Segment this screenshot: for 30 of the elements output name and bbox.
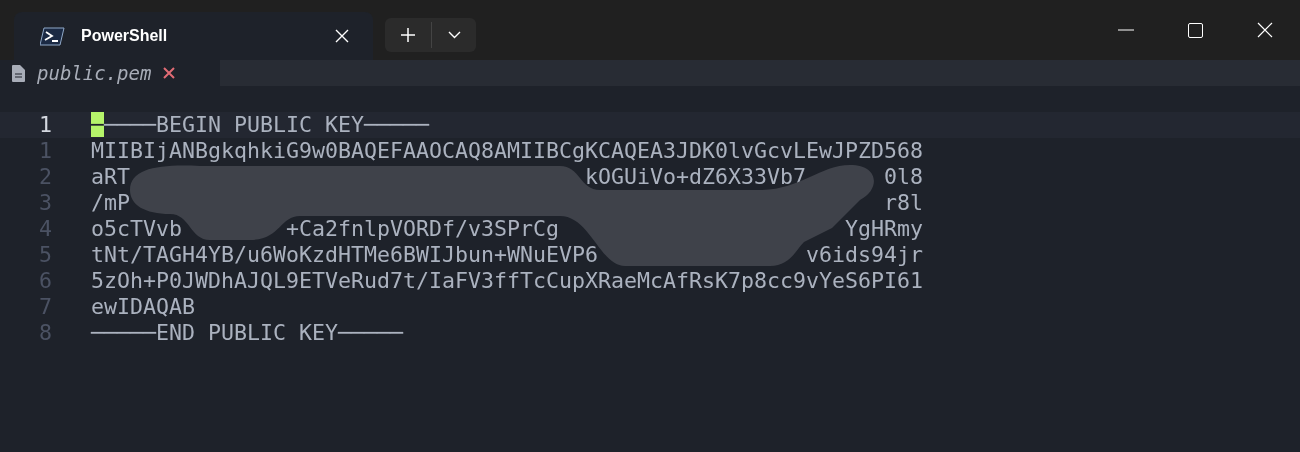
line-number: 3 (38, 190, 52, 216)
tab-title: PowerShell (81, 26, 169, 46)
line-number: 2 (38, 164, 52, 190)
line-number: 1 (38, 112, 52, 138)
code-line: ─────BEGIN PUBLIC KEY───── (91, 112, 430, 138)
minimize-icon (1118, 29, 1134, 31)
buffer-name[interactable]: public.pem (37, 58, 152, 88)
line-number: 1 (38, 138, 52, 164)
code-line: ewIDAQAB (91, 294, 196, 320)
terminal-tab[interactable]: PowerShell (14, 12, 373, 60)
close-icon (1257, 22, 1273, 38)
code-line: /mP r8l (91, 190, 924, 216)
code-line: 5zOh+P0JWDhAJQL9ETVeRud7t/IaFV3ffTcCupXRaeMcAfRsK7p8cc9vYeS6PI61 (91, 268, 924, 294)
line-number: 6 (38, 268, 52, 294)
file-icon (12, 64, 25, 82)
code-line: MIIBIjANBgkqhkiG9w0BAQEFAAOCAQ8AMIIBCgKCAQEA3JDK0lvGcvLEwJPZD568 (91, 138, 924, 164)
modified-icon[interactable] (163, 67, 176, 79)
code-line: aRT kOGUiVo+dZ6X33Vb7 0l8 (91, 164, 924, 190)
line-number: 8 (38, 320, 52, 346)
line-number: 4 (38, 216, 52, 242)
code-line: tNt/TAGH4YB/u6WoKzdHTMe6BWIJbun+WNuEVP6 v6ids94jr (91, 242, 924, 268)
line-number: 5 (38, 242, 52, 268)
chevron-down-icon (447, 31, 461, 39)
plus-icon (400, 27, 416, 43)
close-icon[interactable] (335, 29, 349, 43)
maximize-icon (1187, 22, 1203, 38)
code-line: ─────END PUBLIC KEY───── (91, 320, 404, 346)
terminal-icon (40, 26, 65, 46)
line-number: 7 (38, 294, 52, 320)
code-line: o5cTVvb +Ca2fnlpVORDf/v3SPrCg YgHRmy (91, 216, 924, 242)
